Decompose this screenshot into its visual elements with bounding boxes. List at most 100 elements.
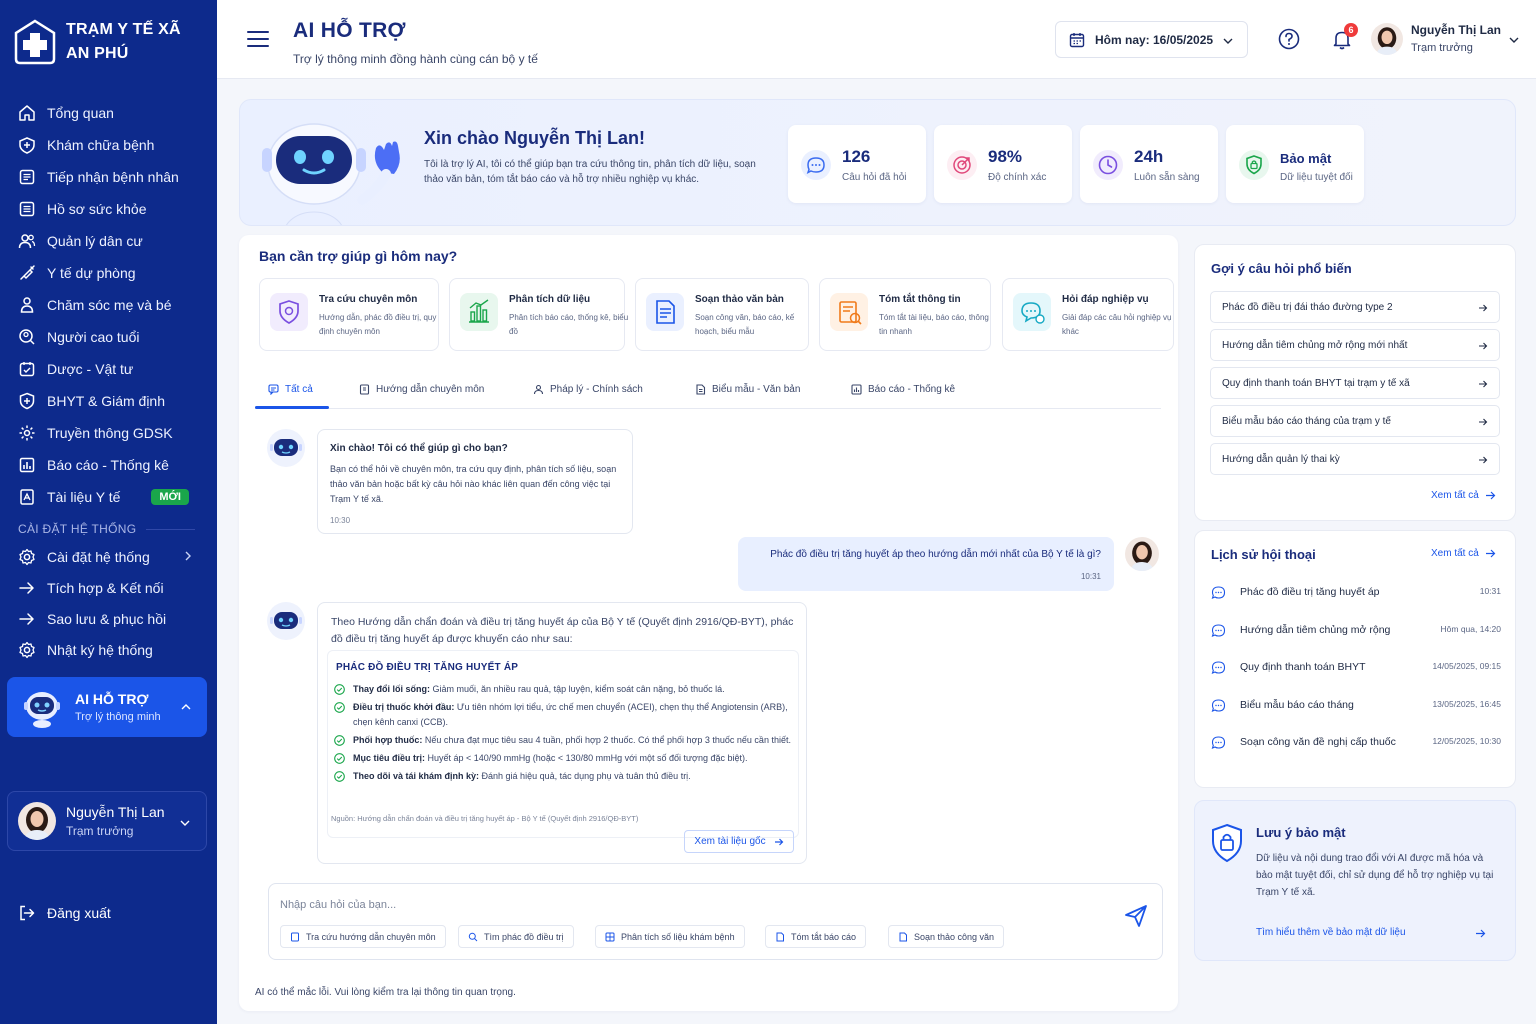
assistant-avatar xyxy=(267,429,305,467)
sidebar-item-label: Báo cáo - Thống kê xyxy=(47,457,169,473)
history-item[interactable]: Hướng dẫn tiêm chủng mở rộng Hôm qua, 14… xyxy=(1211,620,1501,640)
sidebar-ai-assistant-card[interactable]: AI HỖ TRỢ Trợ lý thông minh xyxy=(7,677,207,737)
chat-input[interactable] xyxy=(280,894,1100,916)
answer-intro: Theo Hướng dẫn chẩn đoán và điều trị tăn… xyxy=(331,616,794,645)
history-item[interactable]: Soạn công văn đề nghị cấp thuốc 12/05/20… xyxy=(1211,732,1501,752)
robot-icon xyxy=(24,692,60,728)
chat-bubble-icon xyxy=(1211,623,1226,637)
sidebar-item-documents[interactable]: Tài liệu Y tế MỚI xyxy=(0,481,217,513)
category-card-summary[interactable]: Tóm tắt thông tin Tóm tắt tài liệu, báo … xyxy=(819,278,991,351)
suggestion-item[interactable]: Hướng dẫn quản lý thai kỳ xyxy=(1210,443,1500,475)
category-card-data-analysis[interactable]: Phân tích dữ liệu Phân tích báo cáo, thố… xyxy=(449,278,628,351)
brand[interactable]: TRẠM Y TẾ XÃ AN PHÚ xyxy=(14,18,181,66)
arrow-right-icon xyxy=(1479,304,1488,312)
shield-search-icon xyxy=(279,300,299,324)
logout-icon xyxy=(20,905,35,921)
ai-card-title: AI HỖ TRỢ xyxy=(75,691,149,707)
security-learn-more-link[interactable]: Tìm hiểu thêm về bảo mật dữ liệu xyxy=(1256,927,1406,938)
sidebar-item-mother-baby[interactable]: Chăm sóc mẹ và bé xyxy=(0,289,217,321)
chat-input-box: Tra cứu hướng dẫn chuyên môn Tìm phác đồ… xyxy=(268,883,1163,960)
sidebar-item-examination[interactable]: Khám chữa bệnh xyxy=(0,129,217,161)
sidebar-item-overview[interactable]: Tổng quan xyxy=(0,97,217,129)
sidebar-item-health-records[interactable]: Hồ sơ sức khỏe xyxy=(0,193,217,225)
sidebar-nav: Tổng quan Khám chữa bệnh Tiếp nhận bệnh … xyxy=(0,97,217,665)
new-badge: MỚI xyxy=(151,489,189,505)
list-item: Thay đổi lối sống: Giảm muối, ăn nhiều r… xyxy=(334,682,794,697)
message-title: Xin chào! Tôi có thể giúp gì cho bạn? xyxy=(330,443,508,454)
button-label: Xem tài liệu gốc xyxy=(694,836,766,847)
user-avatar-icon xyxy=(18,802,56,840)
link-icon xyxy=(19,581,34,594)
quick-chip-summarize-report[interactable]: Tóm tắt báo cáo xyxy=(765,925,867,948)
sidebar-item-label: Dược - Vật tư xyxy=(47,361,134,377)
sidebar-item-residents[interactable]: Quản lý dân cư xyxy=(0,225,217,257)
sidebar-item-label: Tổng quan xyxy=(47,105,114,121)
quick-chip-find-protocol[interactable]: Tìm phác đồ điều trị xyxy=(458,925,574,948)
sidebar-item-label: Quản lý dân cư xyxy=(47,233,143,249)
header-user-name[interactable]: Nguyễn Thị Lan xyxy=(1411,23,1501,37)
sidebar-item-system-settings[interactable]: Cài đặt hệ thống xyxy=(0,541,217,572)
tab-professional-guide[interactable]: Hướng dẫn chuyên môn xyxy=(359,384,484,395)
report-icon xyxy=(851,384,862,395)
avatar[interactable] xyxy=(1371,23,1403,55)
sidebar-item-elderly[interactable]: Người cao tuổi xyxy=(0,321,217,353)
help-icon[interactable] xyxy=(1278,28,1300,50)
user-role: Trạm trưởng xyxy=(66,824,134,838)
chevron-up-icon xyxy=(181,704,191,710)
suggestion-item[interactable]: Phác đồ điều trị đái tháo đường type 2 xyxy=(1210,291,1500,323)
tab-legal-policy[interactable]: Pháp lý - Chính sách xyxy=(533,384,643,395)
sidebar-item-prevention[interactable]: Y tế dự phòng xyxy=(0,257,217,289)
list-item: Mục tiêu điều trị: Huyết áp < 140/90 mmH… xyxy=(334,751,794,766)
sidebar-item-communication[interactable]: Truyền thông GDSK xyxy=(0,417,217,449)
category-card-document-drafting[interactable]: Soạn thảo văn bản Soạn công văn, báo cáo… xyxy=(635,278,809,351)
hamburger-menu-icon[interactable] xyxy=(247,30,269,48)
history-item[interactable]: Biểu mẫu báo cáo tháng 13/05/2025, 16:45 xyxy=(1211,695,1501,715)
sidebar-item-backup[interactable]: Sao lưu & phục hồi xyxy=(0,603,217,634)
suggestion-item[interactable]: Biểu mẫu báo cáo tháng của trạm y tế xyxy=(1210,405,1500,437)
stat-questions: 126 Câu hỏi đã hỏi xyxy=(788,125,926,203)
sidebar-item-integration[interactable]: Tích hợp & Kết nối xyxy=(0,572,217,603)
arrow-right-icon[interactable] xyxy=(1475,928,1486,939)
sidebar-item-system-log[interactable]: Nhật ký hệ thống xyxy=(0,634,217,665)
suggestion-item[interactable]: Quy định thanh toán BHYT tại trạm y tế x… xyxy=(1210,367,1500,399)
arrow-right-icon xyxy=(1479,380,1488,388)
view-source-button[interactable]: Xem tài liệu gốc xyxy=(684,830,794,853)
avatar xyxy=(18,802,56,840)
stethoscope-icon xyxy=(19,137,35,154)
send-icon[interactable] xyxy=(1124,904,1148,928)
target-icon xyxy=(947,150,977,180)
arrow-right-icon xyxy=(1485,491,1496,500)
sidebar-item-pharmacy[interactable]: Dược - Vật tư xyxy=(0,353,217,385)
history-item[interactable]: Phác đồ điều trị tăng huyết áp 10:31 xyxy=(1211,582,1501,602)
quick-chip-analyze-data[interactable]: Phân tích số liệu khám bệnh xyxy=(595,925,745,948)
sidebar-item-label: BHYT & Giám định xyxy=(47,393,166,409)
see-all-history-link[interactable]: Xem tất cả xyxy=(1431,548,1496,559)
category-card-qa[interactable]: Hỏi đáp nghiệp vụ Giải đáp các câu hỏi n… xyxy=(1002,278,1174,351)
tab-all[interactable]: Tất cả xyxy=(268,384,313,395)
stat-label: Luôn sẵn sàng xyxy=(1134,172,1200,183)
sidebar-item-insurance[interactable]: BHYT & Giám định xyxy=(0,385,217,417)
quick-chip-draft-letter[interactable]: Soạn thảo công văn xyxy=(888,925,1005,948)
sidebar-item-reception[interactable]: Tiếp nhận bệnh nhân xyxy=(0,161,217,193)
answer-heading: PHÁC ĐỒ ĐIỀU TRỊ TĂNG HUYẾT ÁP xyxy=(336,662,519,673)
user-avatar-icon xyxy=(1125,537,1159,571)
history-item[interactable]: Quy định thanh toán BHYT 14/05/2025, 09:… xyxy=(1211,657,1501,677)
user-name: Nguyễn Thị Lan xyxy=(66,804,165,820)
mother-icon xyxy=(20,297,34,313)
tab-forms-documents[interactable]: Biểu mẫu - Văn bản xyxy=(695,384,800,395)
date-selector[interactable]: Hôm nay: 16/05/2025 xyxy=(1055,21,1248,58)
clipboard-icon xyxy=(19,169,35,185)
robot-mascot-icon xyxy=(262,123,400,225)
sidebar-item-reports[interactable]: Báo cáo - Thống kê xyxy=(0,449,217,481)
doc-icon xyxy=(899,932,907,941)
quick-chip-professional-guide[interactable]: Tra cứu hướng dẫn chuyên môn xyxy=(280,925,446,948)
logout-button[interactable]: Đăng xuất xyxy=(18,904,111,922)
tab-reports-statistics[interactable]: Báo cáo - Thống kê xyxy=(851,384,955,395)
chevron-down-icon[interactable] xyxy=(1509,35,1519,45)
greeting-description: Tôi là trợ lý AI, tôi có thể giúp bạn tr… xyxy=(424,159,756,185)
suggestion-item[interactable]: Hướng dẫn tiêm chủng mở rộng mới nhất xyxy=(1210,329,1500,361)
category-card-professional-lookup[interactable]: Tra cứu chuyên môn Hướng dẫn, phác đồ đi… xyxy=(259,278,439,351)
sidebar-user-card[interactable]: Nguyễn Thị Lan Trạm trưởng xyxy=(7,791,207,851)
answer-source: Nguồn: Hướng dẫn chẩn đoán và điều trị t… xyxy=(331,814,639,823)
see-all-suggestions-link[interactable]: Xem tất cả xyxy=(1431,490,1496,501)
